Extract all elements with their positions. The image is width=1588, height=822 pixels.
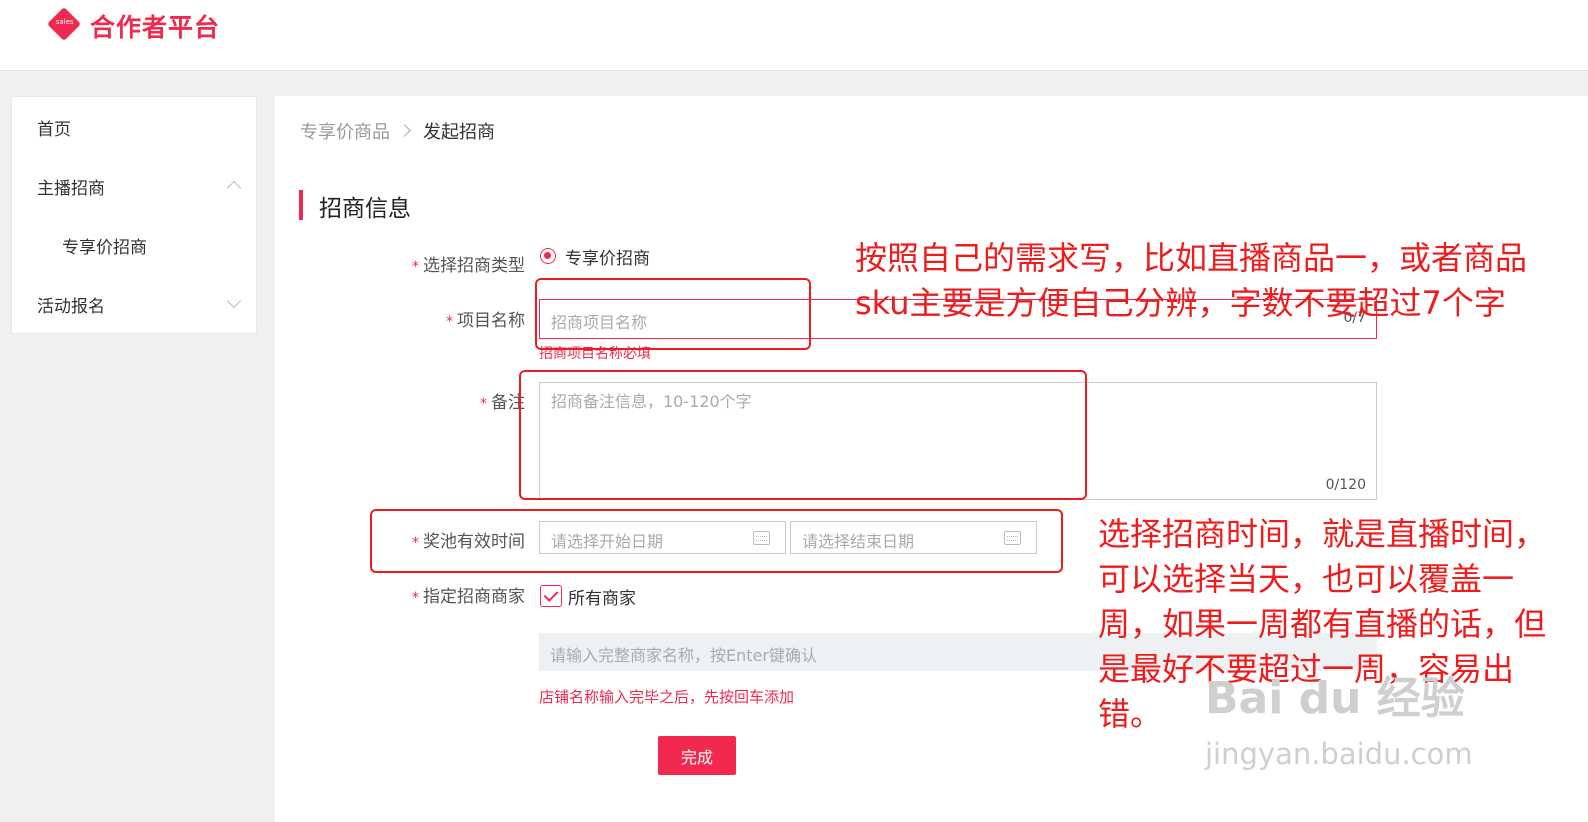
all-merchants-label: 所有商家 <box>568 589 636 609</box>
chevron-down-icon[interactable] <box>226 293 242 309</box>
sidebar-item-exclusive-recruit[interactable]: 专享价招商 <box>62 233 147 258</box>
sidebar: 首页 主播招商 专享价招商 活动报名 <box>11 96 257 334</box>
name-label: * 项目名称 <box>446 311 525 331</box>
section-accent-bar <box>299 190 303 220</box>
section-title: 招商信息 <box>319 196 411 222</box>
sidebar-item-anchor-recruit[interactable]: 主播招商 <box>37 174 105 199</box>
all-merchants-checkbox[interactable] <box>540 585 562 607</box>
sidebar-item-activity-signup[interactable]: 活动报名 <box>37 292 105 317</box>
annotation-box-time <box>370 509 1063 573</box>
type-radio-label: 专享价招商 <box>565 249 650 269</box>
merchant-label: * 指定招商商家 <box>412 587 525 607</box>
annotation-note-name: 按照自己的需求写，比如直播商品一，或者商品sku主要是方便自己分辨，字数不要超过… <box>855 239 1528 322</box>
merchant-hint: 店铺名称输入完毕之后，先按回车添加 <box>539 688 795 706</box>
baidu-watermark-url: jingyan.baidu.com <box>1205 737 1473 771</box>
submit-button[interactable]: 完成 <box>658 736 736 775</box>
chevron-right-icon <box>398 124 411 137</box>
top-bar: sales 合作者平台 <box>0 0 1588 71</box>
annotation-box-remark <box>519 370 1087 500</box>
chevron-up-icon[interactable] <box>226 180 242 196</box>
breadcrumb: 专享价商品 发起招商 <box>300 118 495 144</box>
sales-logo-icon: sales <box>47 7 81 41</box>
app-title: 合作者平台 <box>90 13 221 42</box>
type-radio[interactable] <box>540 248 556 264</box>
baidu-watermark-logo: Bai du 经验 <box>1205 673 1465 724</box>
breadcrumb-parent[interactable]: 专享价商品 <box>300 122 390 143</box>
remark-counter: 0/120 <box>1325 477 1366 493</box>
sidebar-item-home[interactable]: 首页 <box>37 115 71 140</box>
breadcrumb-current: 发起招商 <box>423 122 495 143</box>
type-label: * 选择招商类型 <box>412 256 525 276</box>
annotation-box-name <box>535 278 811 350</box>
